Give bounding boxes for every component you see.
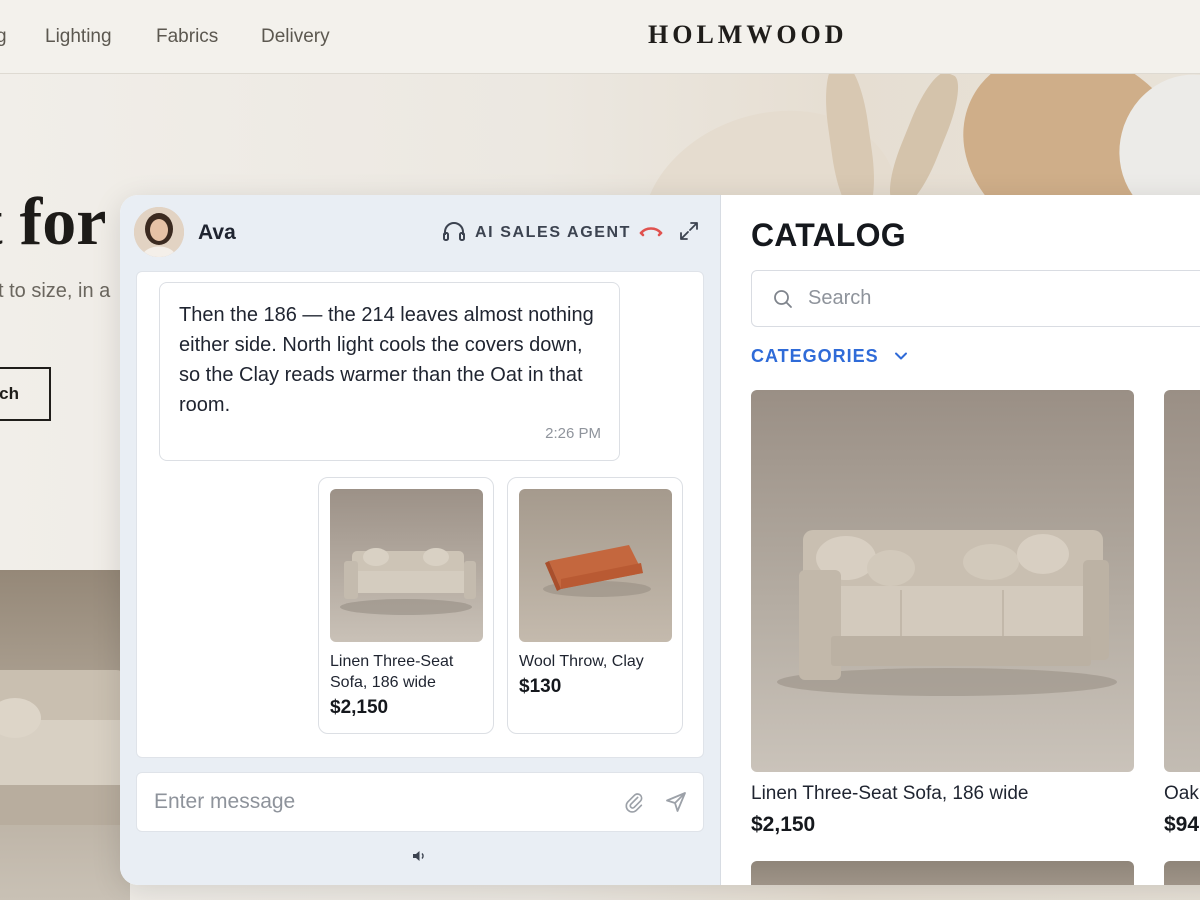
categories-dropdown[interactable]: CATEGORIES: [751, 346, 879, 367]
catalog-item-name[interactable]: Linen Three-Seat Sofa, 186 wide: [751, 783, 1028, 805]
catalog-item-image[interactable]: [1164, 861, 1200, 885]
search-box: [751, 270, 1200, 327]
product-image: [330, 489, 483, 642]
catalog-item-image[interactable]: [1164, 390, 1200, 772]
hero-decor: [880, 74, 968, 212]
product-card[interactable]: Linen Three-Seat Sofa, 186 wide $2,150: [318, 477, 494, 734]
catalog-panel: CATALOG CATEGORIES: [722, 195, 1200, 885]
sofa-image-icon: [330, 489, 483, 642]
catalog-title: CATALOG: [751, 217, 906, 253]
nav-item-delivery[interactable]: Delivery: [261, 26, 330, 48]
agent-name: Ava: [198, 221, 236, 244]
message-list[interactable]: Then the 186 — the 214 leaves almost not…: [136, 271, 704, 758]
search-input[interactable]: [808, 271, 1200, 326]
paperclip-icon[interactable]: [623, 791, 645, 813]
sofa-image-icon: [751, 390, 1134, 772]
agent-message-bubble: Then the 186 — the 214 leaves almost not…: [159, 282, 620, 461]
hero-title: t for: [0, 183, 107, 259]
headset-icon: [443, 222, 465, 241]
catalog-item-price: $2,150: [751, 813, 816, 836]
message-timestamp: 2:26 PM: [545, 425, 601, 442]
sofa-icon: [0, 670, 130, 825]
send-icon[interactable]: [664, 790, 688, 814]
message-text: Then the 186 — the 214 leaves almost not…: [179, 304, 594, 416]
message-input[interactable]: [154, 773, 594, 831]
site-logo[interactable]: HOLMWOOD: [648, 20, 848, 50]
agent-avatar-icon: [134, 207, 184, 257]
product-name: Wool Throw, Clay: [519, 653, 644, 670]
throw-image-icon: [519, 489, 672, 642]
product-name: Linen Three-Seat Sofa, 186 wide: [330, 653, 454, 691]
expand-icon[interactable]: [677, 219, 701, 243]
catalog-item-name[interactable]: Oak: [1164, 783, 1199, 805]
chat-panel: Ava AI SALES AGENT Then the 186 — the 21…: [120, 195, 721, 885]
agent-role-label: AI SALES AGENT: [475, 224, 632, 241]
nav-item-lighting[interactable]: Lighting: [45, 26, 112, 48]
product-price: $130: [519, 676, 562, 697]
chevron-down-icon[interactable]: [892, 347, 910, 365]
hero-sofa-photo: [0, 570, 130, 900]
message-composer: [136, 772, 704, 832]
product-price: $2,150: [330, 697, 389, 718]
search-icon: [774, 290, 792, 308]
nav-item-fabrics[interactable]: Fabrics: [156, 26, 218, 48]
hero-subtitle: t to size, in a: [0, 280, 111, 302]
catalog-item-image[interactable]: [751, 390, 1134, 772]
product-image: [519, 489, 672, 642]
catalog-item-price: $94: [1164, 813, 1200, 836]
site-top-nav: g Lighting Fabrics Delivery HOLMWOOD: [0, 0, 1200, 74]
hang-up-icon[interactable]: [638, 223, 664, 239]
product-card[interactable]: Wool Throw, Clay $130: [507, 477, 683, 734]
speaker-icon[interactable]: [411, 848, 427, 864]
chat-widget: Ava AI SALES AGENT Then the 186 — the 21…: [120, 195, 1200, 885]
hero-cta-button[interactable]: ch: [0, 367, 51, 421]
chat-header: Ava AI SALES AGENT: [120, 195, 721, 271]
avatar: [134, 207, 184, 257]
nav-item-partial[interactable]: g: [0, 26, 7, 48]
catalog-item-image[interactable]: [751, 861, 1134, 885]
